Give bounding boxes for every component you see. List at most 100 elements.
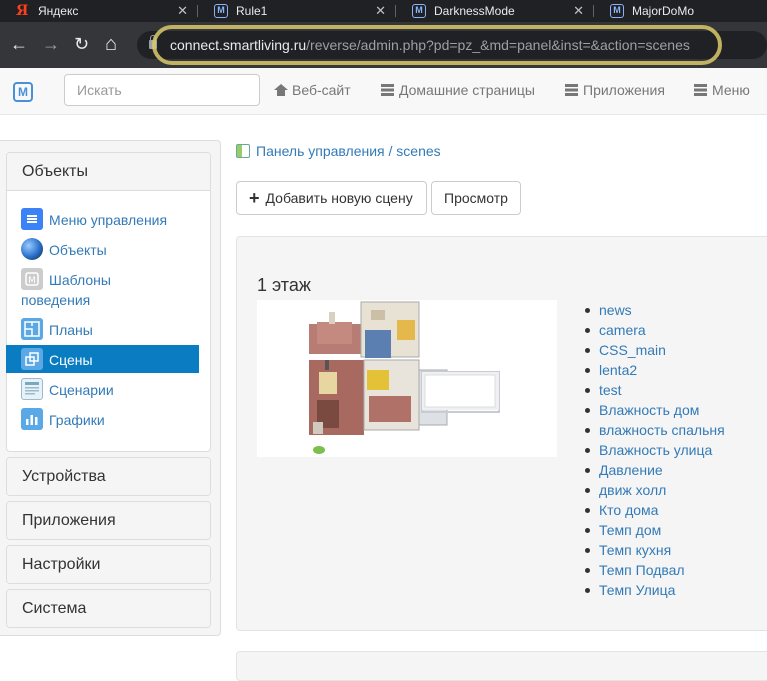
panel-header: Система (7, 590, 210, 627)
scene-list-item[interactable]: lenta2 (585, 361, 725, 381)
panel-header: Устройства (7, 458, 210, 495)
sidebar-item-label: Меню управления (49, 212, 168, 228)
panel-header: Настройки (7, 546, 210, 583)
add-scene-button[interactable]: + Добавить новую сцену (236, 181, 427, 215)
nav-label: Меню (712, 82, 750, 98)
panel-header: Приложения (7, 502, 210, 539)
scene-list-item[interactable]: camera (585, 321, 725, 341)
sidebar-item-charts[interactable]: Графики (6, 405, 199, 433)
tab-title: DarknessMode (434, 4, 515, 18)
scene-list-item[interactable]: Темп Улица (585, 581, 725, 601)
panel-apps[interactable]: Приложения (6, 501, 211, 540)
search-input[interactable] (64, 74, 260, 106)
panel-settings[interactable]: Настройки (6, 545, 211, 584)
scene-list-item[interactable]: Влажность улица (585, 441, 725, 461)
scene-list-item[interactable]: влажность спальня (585, 421, 725, 441)
browser-tab-darknessmode[interactable]: M DarknessMode ✕ (396, 0, 594, 22)
scene-list-item[interactable]: Темп Подвал (585, 561, 725, 581)
scene-list-item[interactable]: движ холл (585, 481, 725, 501)
home-icon[interactable]: ⌂ (105, 34, 117, 54)
sidebar-item-label: Шаблоны поведения (21, 270, 111, 310)
tab-title: MajorDoMo (632, 4, 695, 18)
scene-panel-next (236, 651, 767, 681)
scene-list-item[interactable]: Давление (585, 461, 725, 481)
scripts-icon (21, 378, 43, 400)
tab-title: Rule1 (236, 4, 268, 18)
panel-system[interactable]: Система (6, 589, 211, 628)
list-icon (694, 84, 707, 96)
forward-arrow-icon[interactable]: → (42, 34, 60, 54)
list-icon (381, 84, 394, 96)
majordomo-logo-icon[interactable]: M (13, 82, 33, 102)
breadcrumb-root-link[interactable]: Панель управления (256, 143, 385, 159)
scene-list-item[interactable]: Кто дома (585, 501, 725, 521)
majordomo-icon: M (610, 4, 624, 18)
lock-icon (149, 35, 157, 49)
close-icon[interactable]: ✕ (177, 3, 188, 19)
url-path: /reverse/admin.php?pd=pz_&md=panel&inst=… (306, 37, 690, 53)
browser-tab-rule1[interactable]: M Rule1 ✕ (198, 0, 396, 22)
template-icon: M (21, 268, 43, 290)
close-icon[interactable]: ✕ (573, 3, 584, 19)
sidebar: Объекты Меню управления Объекты M Шаблон… (0, 140, 221, 636)
majordomo-icon: M (412, 4, 426, 18)
sidebar-item-label: Графики (49, 412, 105, 428)
plan-icon (21, 318, 43, 340)
url-host: connect.smartliving.ru (170, 37, 307, 53)
svg-text:M: M (28, 276, 36, 286)
browser-tab-majordomo[interactable]: M MajorDoMo (594, 0, 767, 22)
close-icon[interactable]: ✕ (375, 3, 386, 19)
reload-icon[interactable]: ↻ (74, 34, 89, 54)
browser-tab-yandex[interactable]: Я Яндекс ✕ (0, 0, 198, 22)
sidebar-item-templates[interactable]: M Шаблоны поведения (6, 265, 199, 315)
control-panel-icon (236, 144, 250, 158)
tab-title: Яндекс (38, 4, 79, 18)
sidebar-item-scenes[interactable]: Сцены (6, 345, 199, 373)
sidebar-item-label: Сценарии (49, 382, 114, 398)
scene-list-item[interactable]: news (585, 301, 725, 321)
plus-icon: + (249, 188, 260, 208)
scene-list-item[interactable]: Темп дом (585, 521, 725, 541)
label-line-2: поведения (21, 292, 91, 308)
sidebar-item-control-menu[interactable]: Меню управления (6, 205, 199, 233)
yandex-icon: Я (16, 3, 29, 19)
top-navbar: M Веб-сайт Домашние страницы Приложения … (0, 68, 767, 115)
browser-toolbar: ← → ↻ ⌂ connect.smartliving.ru/reverse/a… (0, 22, 767, 68)
url-text: connect.smartliving.ru/reverse/admin.php… (170, 37, 690, 53)
list-icon (565, 84, 578, 96)
scene-list-item[interactable]: CSS_main (585, 341, 725, 361)
nav-apps[interactable]: Приложения (565, 82, 665, 98)
scene-list-item[interactable]: Влажность дом (585, 401, 725, 421)
home-icon (274, 84, 288, 96)
sidebar-item-objects[interactable]: Объекты (6, 235, 199, 263)
panel-objects-header[interactable]: Объекты (7, 153, 210, 191)
back-arrow-icon[interactable]: ← (10, 34, 28, 54)
globe-icon (21, 238, 43, 260)
preview-button[interactable]: Просмотр (431, 181, 521, 215)
nav-home-pages[interactable]: Домашние страницы (381, 82, 535, 98)
sidebar-item-label: Объекты (49, 242, 107, 258)
button-label: Добавить новую сцену (265, 190, 413, 206)
scene-floorplan-image[interactable] (257, 300, 557, 457)
scene-list-item[interactable]: Темп кухня (585, 541, 725, 561)
nav-label: Приложения (583, 82, 665, 98)
charts-icon (21, 408, 43, 430)
breadcrumb-current-link[interactable]: scenes (396, 143, 440, 159)
label-line-1: Шаблоны (49, 272, 111, 288)
address-bar[interactable]: connect.smartliving.ru/reverse/admin.php… (137, 31, 767, 59)
breadcrumb-separator: / (384, 143, 397, 159)
scene-title[interactable]: 1 этаж (257, 275, 311, 296)
nav-label: Веб-сайт (292, 82, 351, 98)
scene-items-list: news camera CSS_main lenta2 test Влажность до… (585, 301, 725, 601)
nav-menu[interactable]: Меню (694, 82, 750, 98)
browser-tab-strip: Я Яндекс ✕ M Rule1 ✕ M DarknessMode ✕ M … (0, 0, 767, 22)
sidebar-item-label: Сцены (49, 352, 93, 368)
sidebar-item-scripts[interactable]: Сценарии (6, 375, 199, 403)
nav-website[interactable]: Веб-сайт (274, 82, 351, 98)
panel-devices[interactable]: Устройства (6, 457, 211, 496)
sidebar-item-label: Планы (49, 322, 93, 338)
button-label: Просмотр (444, 190, 508, 206)
nav-label: Домашние страницы (399, 82, 535, 98)
scene-list-item[interactable]: test (585, 381, 725, 401)
sidebar-item-plans[interactable]: Планы (6, 315, 199, 343)
